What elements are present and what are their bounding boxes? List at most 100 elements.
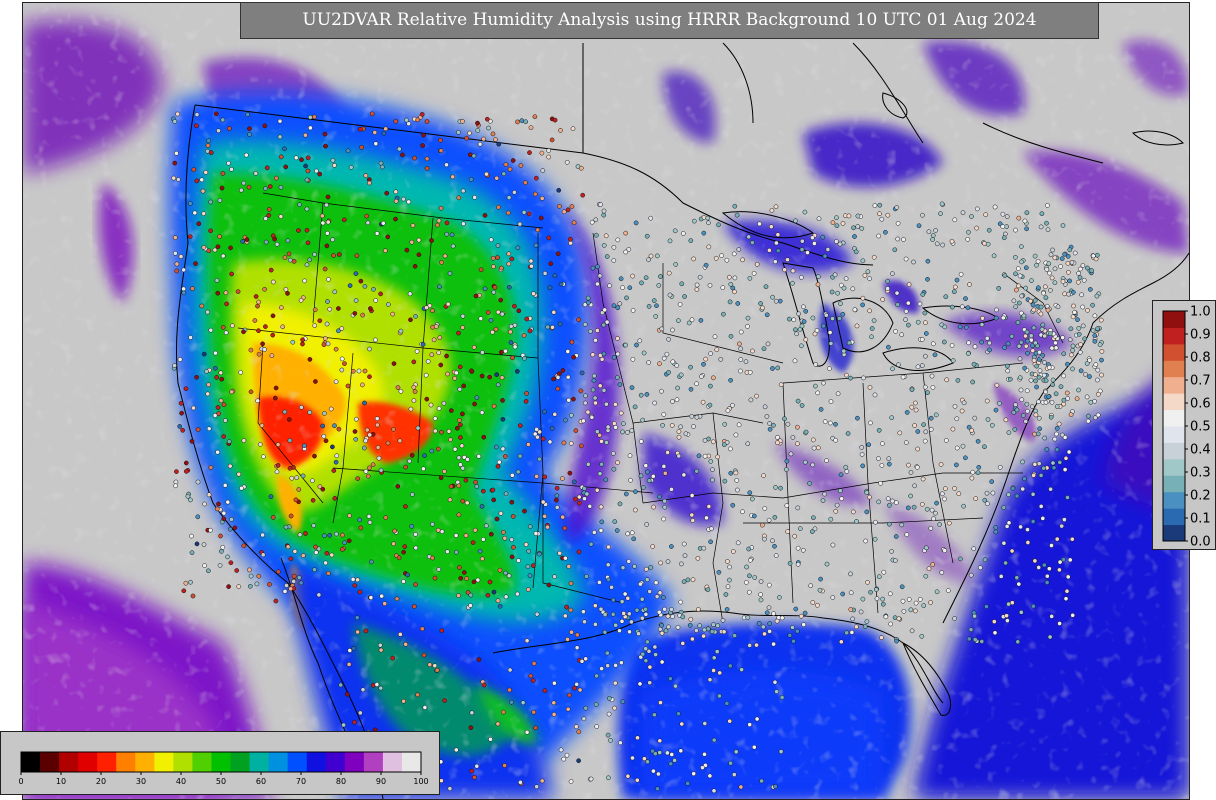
observation-dot: [509, 256, 515, 262]
observation-dot: [708, 539, 713, 545]
observation-dot: [609, 584, 614, 590]
observation-dot: [619, 599, 625, 604]
observation-dot: [534, 427, 539, 432]
observation-dot: [1033, 378, 1038, 384]
observation-dot: [768, 224, 774, 230]
observation-dot: [810, 462, 816, 468]
observation-dot: [215, 244, 221, 250]
observation-dot: [444, 162, 449, 168]
observation-dot: [689, 413, 695, 419]
observation-dot: [904, 532, 910, 537]
observation-dot: [670, 359, 676, 365]
observation-dot: [515, 469, 521, 475]
observation-dot: [554, 505, 560, 510]
observation-dot: [654, 594, 660, 599]
observation-dot: [247, 132, 252, 137]
observation-dot: [584, 574, 589, 579]
observation-dot: [959, 304, 965, 310]
observation-dot: [524, 316, 530, 322]
observation-dot: [998, 574, 1004, 579]
observation-dot: [506, 251, 512, 257]
observation-dot: [1039, 211, 1045, 217]
observation-dot: [944, 377, 950, 383]
observation-dot: [324, 202, 329, 208]
observation-dot: [220, 544, 226, 550]
observation-dot: [527, 573, 533, 578]
observation-dot: [227, 463, 233, 469]
observation-dot: [527, 524, 533, 529]
observation-dot: [694, 628, 699, 633]
observation-dot: [442, 698, 448, 703]
observation-dot: [656, 609, 662, 615]
observation-dot: [738, 346, 744, 352]
observation-dot: [348, 165, 354, 170]
observation-dot: [1036, 415, 1042, 421]
observation-dot: [218, 398, 224, 404]
observation-dot: [465, 457, 470, 462]
observation-dot: [835, 391, 841, 397]
observation-dot: [453, 747, 459, 753]
observation-dot: [411, 604, 417, 609]
observation-dot: [1004, 214, 1010, 219]
observation-dot: [1030, 491, 1036, 497]
observation-dot: [283, 164, 289, 170]
observation-dot: [367, 374, 372, 380]
observation-dot: [396, 555, 402, 561]
observation-dot: [435, 527, 441, 533]
observation-dot: [373, 141, 379, 147]
observation-dot: [643, 275, 649, 281]
observation-dot: [701, 545, 707, 551]
observation-dot: [1017, 273, 1023, 279]
observation-dot: [445, 301, 451, 307]
observation-dot: [208, 228, 213, 234]
observation-dot: [787, 561, 793, 566]
observation-dot: [878, 480, 883, 486]
observation-dot: [468, 592, 474, 598]
observation-dot: [670, 614, 675, 619]
observation-dot: [864, 509, 870, 515]
rh-analysis-map[interactable]: [22, 2, 1190, 800]
observation-dot: [731, 251, 737, 257]
observation-dot: [1068, 326, 1074, 332]
observation-dot: [709, 526, 714, 532]
observation-dot: [475, 120, 480, 126]
observation-dot: [361, 445, 367, 451]
observation-dot: [194, 178, 200, 184]
observation-dot: [1005, 363, 1010, 369]
observation-dot: [363, 173, 369, 178]
observation-dot: [782, 267, 787, 273]
observation-dot: [392, 528, 397, 534]
observation-dot: [590, 352, 596, 358]
observation-dot: [886, 461, 892, 467]
observation-dot: [933, 412, 939, 418]
observation-dot: [573, 428, 579, 433]
observation-dot: [1054, 431, 1059, 437]
observation-dot: [476, 453, 482, 459]
observation-dot: [1054, 536, 1060, 542]
observation-dot: [951, 289, 957, 295]
observation-dot: [346, 538, 352, 544]
observation-dot: [1006, 520, 1012, 526]
observation-dot: [872, 203, 878, 208]
observation-dot: [403, 464, 408, 470]
observation-dot: [971, 361, 977, 367]
observation-dot: [979, 339, 984, 345]
observation-dot: [403, 641, 409, 647]
observation-dot: [724, 701, 730, 706]
observation-dot: [485, 592, 491, 598]
observation-dot: [615, 336, 620, 341]
observation-dot: [325, 341, 331, 347]
observation-dot: [583, 705, 589, 711]
observation-dot: [1022, 365, 1028, 371]
observation-dot: [296, 228, 301, 233]
observation-dot: [487, 374, 492, 380]
observation-dot: [659, 630, 665, 636]
observation-dot: [745, 441, 751, 447]
observation-dot: [320, 486, 326, 492]
observation-dot: [289, 475, 295, 481]
observation-dot: [925, 390, 930, 395]
observation-dot: [425, 359, 431, 364]
observation-dot: [976, 464, 982, 470]
observation-dot: [174, 268, 180, 274]
observation-dot: [359, 144, 365, 150]
